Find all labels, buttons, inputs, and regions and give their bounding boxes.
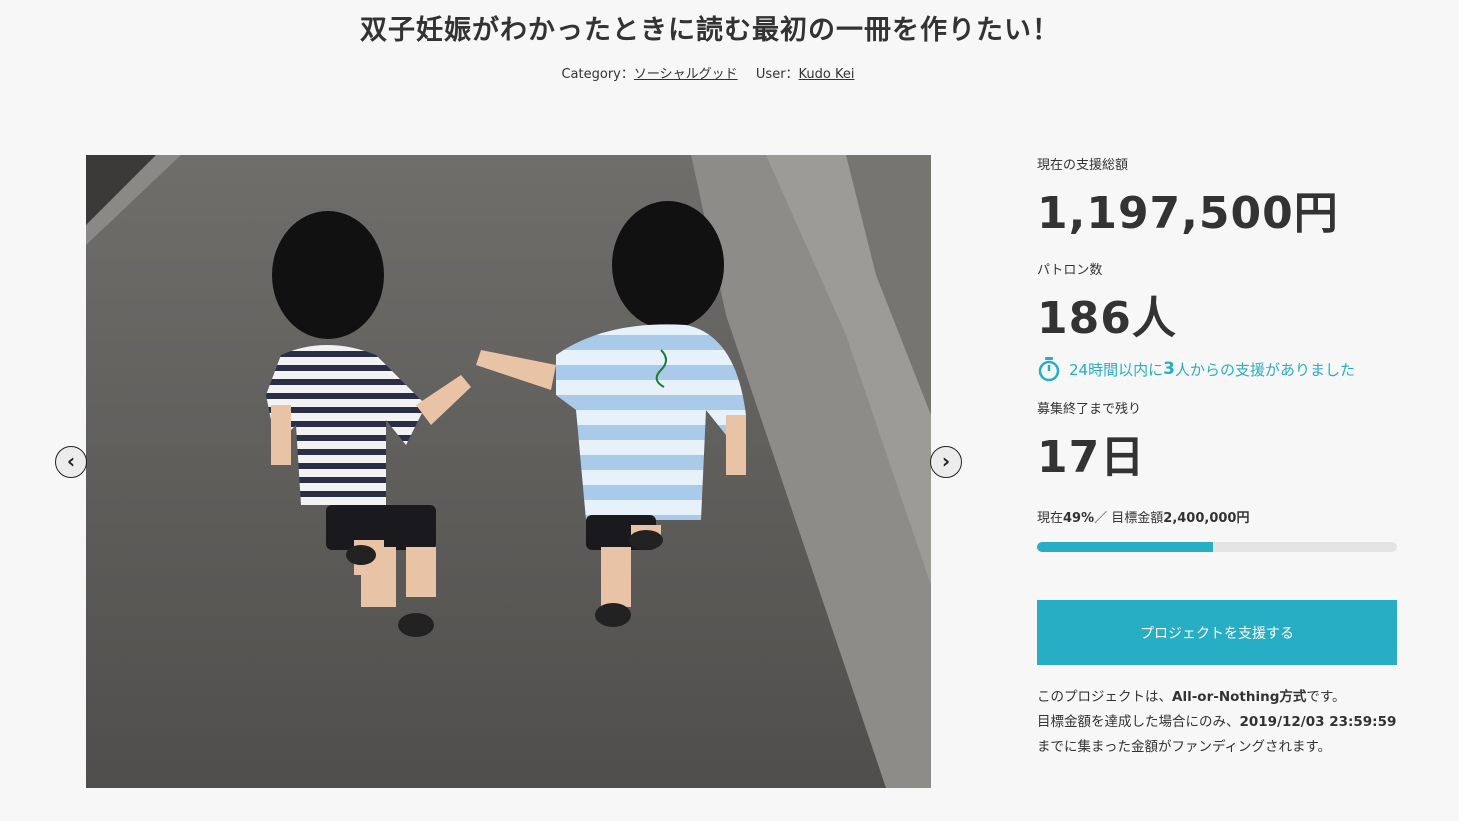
remaining-days: 17日 xyxy=(1037,432,1146,483)
progress-percent: 49% xyxy=(1063,511,1095,526)
user-link[interactable]: Kudo Kei xyxy=(799,67,855,82)
project-title: 双子妊娠がわかったときに読む最初の一冊を作りたい！ xyxy=(360,15,1060,46)
note-line1-prefix: このプロジェクトは、 xyxy=(1037,689,1172,705)
user-label: User： xyxy=(755,67,799,82)
category-link[interactable]: ソーシャルグッド xyxy=(634,67,738,82)
funding-panel: 現在の支援総額 1,197,500円 パトロン数 186人 24時間以内に 3 人か… xyxy=(1037,150,1397,760)
progress-mid: ／ 目標金額 xyxy=(1094,511,1164,526)
progress-prefix: 現在 xyxy=(1037,511,1064,526)
note-line1-suffix: です。 xyxy=(1306,689,1346,705)
stopwatch-icon xyxy=(1038,357,1060,382)
slider-next-button[interactable]: › xyxy=(930,446,962,478)
recent-support: 24時間以内に 3 人からの支援がありました xyxy=(1037,356,1397,382)
patrons-count: 186人 xyxy=(1037,293,1177,344)
project-meta: Category：ソーシャルグッド User：Kudo Kei xyxy=(0,63,1416,82)
goal-amount: 2,400,000円 xyxy=(1163,511,1250,526)
support-project-button[interactable]: プロジェクトを支援する xyxy=(1037,600,1397,665)
progress-text: 現在49%／ 目標金額2,400,000円 xyxy=(1037,507,1397,526)
recent-prefix: 24時間以内に xyxy=(1069,360,1164,379)
chevron-left-icon: ‹ xyxy=(66,449,76,473)
remaining-label: 募集終了まで残り xyxy=(1037,402,1142,417)
note-line1-bold: All-or-Nothing方式 xyxy=(1172,689,1307,705)
note-line2-prefix: 目標金額を達成した場合にのみ、 xyxy=(1037,714,1240,730)
note-deadline: 2019/12/03 23:59:59 xyxy=(1239,714,1397,730)
project-photo xyxy=(86,155,931,788)
progress-bar xyxy=(1037,542,1397,552)
project-image-slider[interactable] xyxy=(86,155,931,788)
note-line2-suffix: までに集まった金額がファンディングされます。 xyxy=(1037,739,1332,755)
slider-prev-button[interactable]: ‹ xyxy=(55,446,87,478)
progress-bar-fill xyxy=(1037,542,1214,552)
patrons-label: パトロン数 xyxy=(1037,263,1103,278)
total-amount: 1,197,500円 xyxy=(1037,188,1339,239)
funding-note: このプロジェクトは、All-or-Nothing方式です。 目標金額を達成した場… xyxy=(1037,685,1397,760)
recent-count: 3 xyxy=(1163,359,1175,379)
category-label: Category： xyxy=(561,67,634,82)
recent-suffix: 人からの支援がありました xyxy=(1174,360,1355,379)
chevron-right-icon: › xyxy=(941,449,951,473)
total-label: 現在の支援総額 xyxy=(1037,158,1129,173)
